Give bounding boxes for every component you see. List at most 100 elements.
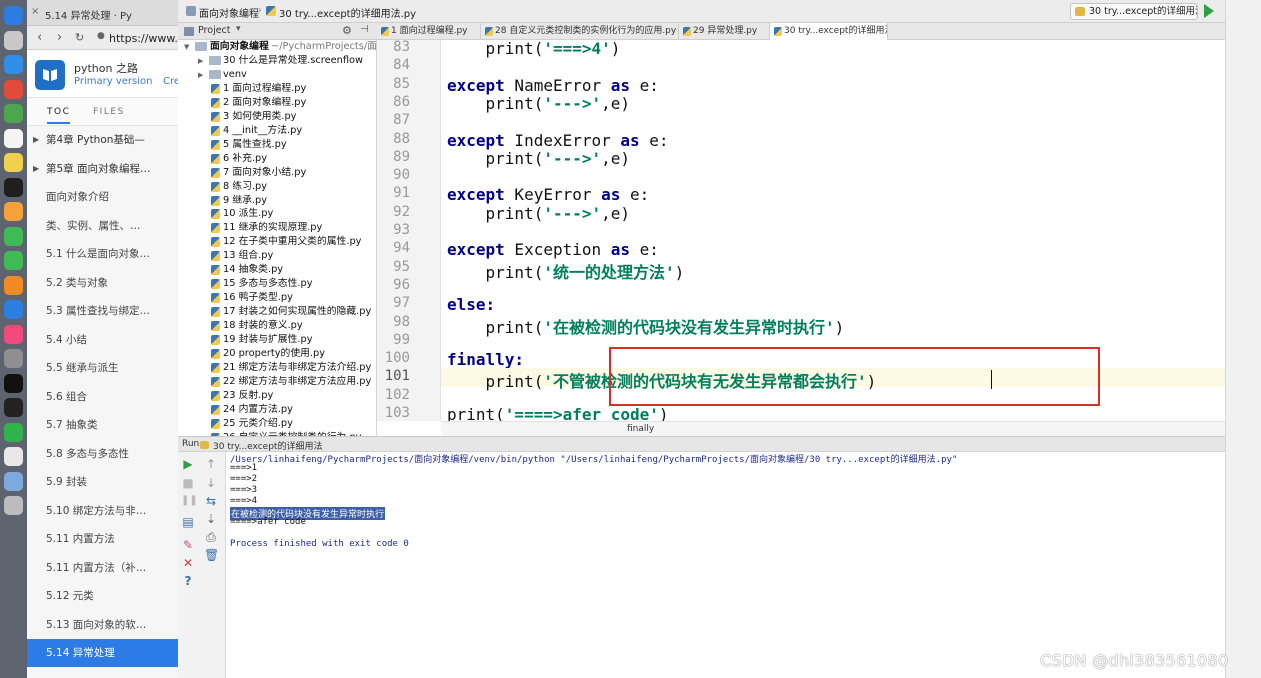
editor-tab[interactable]: 28 自定义元类控制类的实例化行为的应用.py	[481, 23, 679, 40]
chevron-down-icon[interactable]: ▾	[236, 24, 241, 34]
tab-files[interactable]: FILES	[93, 107, 125, 117]
browser-tab[interactable]: × 5.14 异常处理 · Py	[27, 0, 178, 26]
toc-item[interactable]: 5.8 多态与多态性	[27, 440, 178, 468]
scroll-up-icon[interactable]: ↑	[204, 457, 218, 471]
code-line[interactable]: except KeyError as e:	[447, 185, 649, 204]
tree-file[interactable]: 13 组合.py	[178, 249, 376, 263]
trash-icon[interactable]: 🗑	[204, 548, 219, 562]
tree-file[interactable]: 2 面向对象编程.py	[178, 96, 376, 110]
soft-wrap-icon[interactable]: ⇆	[204, 494, 218, 508]
music-icon[interactable]	[4, 324, 23, 344]
editor-tab[interactable]: 1 面向过程编程.py	[377, 23, 481, 40]
tree-file[interactable]: 18 封装的意义.py	[178, 319, 376, 333]
pin-tab-icon[interactable]: ✎	[181, 538, 195, 552]
tree-file[interactable]: 3 如何使用类.py	[178, 110, 376, 124]
code-line[interactable]: print('统一的处理方法')	[447, 259, 685, 282]
editor-tab[interactable]: 30 try...except的详细用法.py	[770, 23, 888, 40]
toc-chapter[interactable]: ▶ 第5章 面向对象编程…	[27, 155, 178, 183]
tree-file[interactable]: 15 多态与多态性.py	[178, 277, 376, 291]
project-root[interactable]: ▼ 面向对象编程 ~/PycharmProjects/面向	[178, 40, 376, 54]
run-icon[interactable]	[1204, 4, 1214, 18]
pages-icon[interactable]	[4, 275, 23, 295]
forward-icon[interactable]: ›	[57, 30, 62, 45]
tree-file[interactable]: 21 绑定方法与非绑定方法介绍.py	[178, 361, 376, 375]
back-icon[interactable]: ‹	[37, 30, 42, 45]
tree-file[interactable]: 5 属性查找.py	[178, 138, 376, 152]
photos-icon[interactable]	[4, 202, 23, 221]
iqiyi-icon[interactable]	[4, 422, 23, 442]
pause-icon[interactable]: ❚❚	[181, 494, 198, 508]
tree-file[interactable]: 24 内置方法.py	[178, 403, 376, 417]
toc-item[interactable]: 5.2 类与对象	[27, 269, 178, 297]
messages-icon[interactable]	[4, 226, 23, 246]
reload-icon[interactable]: ↻	[75, 31, 84, 44]
expand-arrow-icon[interactable]: ▼	[184, 40, 189, 54]
scroll-to-end-icon[interactable]: ⇣	[204, 512, 218, 526]
tree-file[interactable]: 4 __init__方法.py	[178, 124, 376, 138]
code-line[interactable]: except NameError as e:	[447, 76, 659, 95]
facetime-icon[interactable]	[4, 251, 23, 270]
tree-file[interactable]: 20 property的使用.py	[178, 347, 376, 361]
appstore-icon[interactable]	[4, 300, 23, 319]
primary-version-link[interactable]: Primary version	[74, 76, 152, 87]
code-line[interactable]: print('--->',e)	[447, 149, 631, 168]
finder-icon[interactable]	[4, 6, 23, 25]
help-icon[interactable]: ?	[181, 574, 195, 588]
url-field[interactable]: https://www.gi	[109, 32, 178, 45]
breadcrumb-project[interactable]: 面向对象编程	[199, 5, 259, 20]
create-link[interactable]: Cre	[163, 76, 178, 87]
toc-item[interactable]: 5.6 组合	[27, 383, 178, 411]
trash-icon[interactable]	[4, 496, 23, 515]
tree-file[interactable]: 22 绑定方法与非绑定方法应用.py	[178, 375, 376, 389]
toc-item[interactable]: 5.10 绑定方法与非…	[27, 497, 178, 525]
caret-icon[interactable]: ▶	[33, 155, 39, 183]
run-tab-name[interactable]: 30 try...except的详细用法	[213, 439, 322, 452]
toc-item[interactable]: 面向对象介绍	[27, 183, 178, 211]
project-view-selector[interactable]: Project	[198, 25, 231, 36]
run-configuration-select[interactable]: 30 try...except的详细用法	[1070, 3, 1198, 20]
tree-file[interactable]: 9 继承.py	[178, 194, 376, 208]
toc-item[interactable]: 类、实例、属性、…	[27, 212, 178, 240]
code-line[interactable]: print('在被检测的代码块没有发生异常时执行')	[447, 314, 845, 337]
qq-icon[interactable]	[4, 373, 23, 393]
tree-file[interactable]: 19 封装与扩展性.py	[178, 333, 376, 347]
tree-file[interactable]: 12 在子类中重用父类的属性.py	[178, 235, 376, 249]
tree-file[interactable]: 10 派生.py	[178, 207, 376, 221]
gear-icon[interactable]: ⚙	[342, 24, 352, 37]
document-icon[interactable]	[4, 447, 23, 466]
run-console-output[interactable]: /Users/linhaifeng/PycharmProjects/面向对象编程…	[226, 452, 1225, 678]
tree-file[interactable]: 16 鸭子类型.py	[178, 291, 376, 305]
tree-file[interactable]: 7 面向对象小结.py	[178, 166, 376, 180]
scroll-down-icon[interactable]: ↓	[204, 476, 218, 490]
tree-file[interactable]: 6 补充.py	[178, 152, 376, 166]
tree-folder[interactable]: ▶ 30 什么是异常处理.screenflow	[178, 54, 376, 68]
terminal-icon[interactable]	[4, 398, 23, 417]
code-line[interactable]: print('--->',e)	[447, 204, 631, 223]
toc-item[interactable]: 5.1 什么是面向对象…	[27, 240, 178, 268]
launchpad-icon[interactable]	[4, 30, 23, 50]
notes-icon[interactable]	[4, 153, 23, 172]
restore-layout-icon[interactable]: ▤	[181, 515, 195, 529]
safari-icon[interactable]	[4, 55, 23, 74]
code-line[interactable]: print('--->',e)	[447, 94, 631, 113]
pycharm-icon[interactable]	[4, 177, 23, 197]
toc-item[interactable]: 5.7 抽象类	[27, 411, 178, 439]
tree-file[interactable]: 1 面向过程编程.py	[178, 82, 376, 96]
code-line[interactable]: print('===>4')	[447, 40, 621, 58]
close-icon[interactable]: ✕	[181, 556, 195, 570]
code-line[interactable]: print('====>afer code')	[447, 405, 669, 421]
toc-item[interactable]: 5.9 封装	[27, 468, 178, 496]
caret-icon[interactable]: ▶	[33, 126, 39, 154]
tab-close-icon[interactable]: ×	[31, 6, 39, 17]
calendar-icon[interactable]	[4, 128, 23, 148]
toc-item[interactable]: 5.5 继承与派生	[27, 354, 178, 382]
tree-folder[interactable]: ▶ venv	[178, 68, 376, 82]
tab-toc[interactable]: TOC	[47, 107, 71, 124]
code-line[interactable]: except Exception as e:	[447, 240, 659, 259]
toc-item[interactable]: 5.4 小结	[27, 326, 178, 354]
rerun-icon[interactable]: ▶	[181, 457, 195, 471]
tree-file[interactable]: 11 继承的实现原理.py	[178, 221, 376, 235]
tree-file[interactable]: 14 抽象类.py	[178, 263, 376, 277]
tree-file[interactable]: 8 练习.py	[178, 180, 376, 194]
expand-arrow-icon[interactable]: ▶	[198, 54, 203, 68]
